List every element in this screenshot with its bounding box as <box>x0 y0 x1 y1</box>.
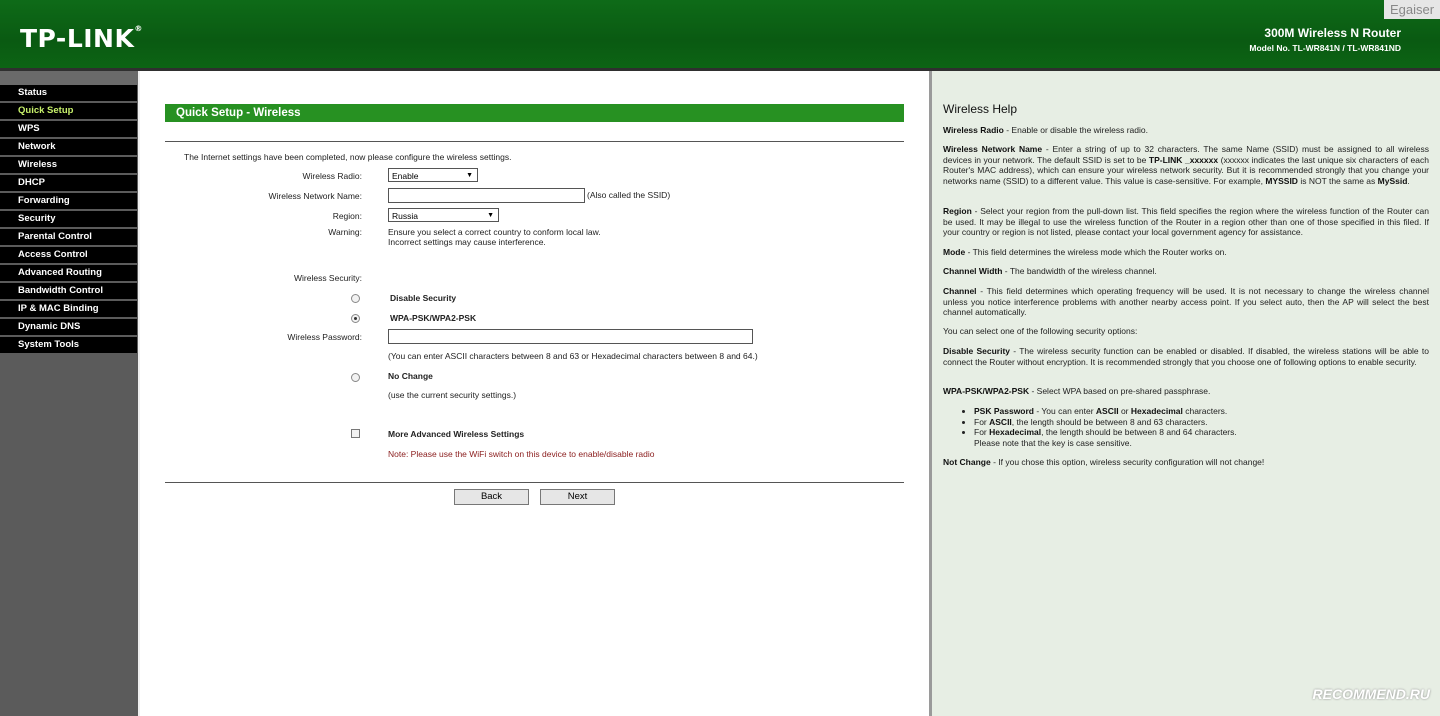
warning-text-2: Incorrect settings may cause interferenc… <box>388 237 546 247</box>
sidebar-item-ip-mac-binding[interactable]: IP & MAC Binding <box>0 301 137 317</box>
sidebar-item-security[interactable]: Security <box>0 211 137 227</box>
help-channel-width: Channel Width - The bandwidth of the wir… <box>943 266 1157 276</box>
sidebar-item-forwarding[interactable]: Forwarding <box>0 193 137 209</box>
dropdown-arrow-icon: ▼ <box>466 172 473 179</box>
help-panel: Wireless Help Wireless Radio - Enable or… <box>932 71 1440 716</box>
back-button[interactable]: Back <box>454 489 529 505</box>
wireless-radio-label: Wireless Radio: <box>302 171 362 181</box>
ssid-hint: (Also called the SSID) <box>587 190 671 200</box>
sidebar-spacer <box>0 71 138 85</box>
help-psk-hex: For Hexadecimal, the length should be be… <box>974 427 1429 448</box>
intro-text: The Internet settings have been complete… <box>184 152 512 162</box>
help-psk-list: PSK Password - You can enter ASCII or He… <box>943 406 1429 448</box>
product-name: 300M Wireless N Router <box>1264 26 1401 40</box>
help-network-name: Wireless Network Name - Enter a string o… <box>943 144 1429 186</box>
no-change-hint: (use the current security settings.) <box>388 390 517 400</box>
sidebar-item-wps[interactable]: WPS <box>0 121 137 137</box>
sidebar-item-system-tools[interactable]: System Tools <box>0 337 137 353</box>
sidebar-item-parental-control[interactable]: Parental Control <box>0 229 137 245</box>
sidebar-item-dynamic-dns[interactable]: Dynamic DNS <box>0 319 137 335</box>
sidebar-item-network[interactable]: Network <box>0 139 137 155</box>
wpa-psk-label: WPA-PSK/WPA2-PSK <box>390 313 477 323</box>
page-title: Quick Setup - Wireless <box>165 104 904 122</box>
next-button[interactable]: Next <box>540 489 615 505</box>
disable-security-label: Disable Security <box>390 293 457 303</box>
help-channel: Channel - This field determines which op… <box>943 286 1429 317</box>
top-divider <box>165 141 904 142</box>
recommend-watermark: RECOMMEND.RU <box>1312 686 1430 702</box>
region-select[interactable]: Russia ▼ <box>388 208 499 222</box>
watermark-top: Egaiser <box>1384 0 1440 19</box>
bottom-divider <box>165 482 904 483</box>
password-hint: (You can enter ASCII characters between … <box>388 351 758 361</box>
help-psk-ascii: For ASCII, the length should be between … <box>974 417 1429 428</box>
wireless-radio-select[interactable]: Enable ▼ <box>388 168 478 182</box>
wireless-password-input[interactable] <box>388 329 753 344</box>
sidebar-item-bandwidth-control[interactable]: Bandwidth Control <box>0 283 137 299</box>
radio-disable-security[interactable] <box>351 294 360 303</box>
radio-no-change[interactable] <box>351 373 360 382</box>
radio-wpa-psk[interactable] <box>351 314 360 323</box>
tp-link-logo: TP-LINK® <box>20 24 143 53</box>
help-region: Region - Select your region from the pul… <box>943 206 1429 237</box>
help-options-intro: You can select one of the following secu… <box>943 326 1138 336</box>
model-number: Model No. TL-WR841N / TL-WR841ND <box>1249 43 1401 53</box>
region-label: Region: <box>332 211 362 221</box>
quick-setup-panel: Quick Setup - Wireless The Internet sett… <box>140 71 930 716</box>
help-disable-security: Disable Security - The wireless security… <box>943 346 1430 367</box>
sidebar-item-quick-setup[interactable]: Quick Setup <box>0 103 137 119</box>
advanced-settings-checkbox[interactable] <box>351 429 360 438</box>
wireless-security-label: Wireless Security: <box>293 273 362 283</box>
no-change-label: No Change <box>388 371 433 381</box>
header-bar: TP-LINK® 300M Wireless N Router Model No… <box>0 0 1440 71</box>
sidebar-item-status[interactable]: Status <box>0 85 137 101</box>
sidebar-menu: Status Quick Setup WPS Network Wireless … <box>0 71 138 716</box>
wireless-password-label: Wireless Password: <box>287 332 362 342</box>
advanced-settings-label: More Advanced Wireless Settings <box>388 429 525 439</box>
network-name-input[interactable] <box>388 188 585 203</box>
help-wpa-psk: WPA-PSK/WPA2-PSK - Select WPA based on p… <box>943 386 1211 396</box>
sidebar-item-advanced-routing[interactable]: Advanced Routing <box>0 265 137 281</box>
help-wireless-radio: Wireless Radio - Enable or disable the w… <box>943 125 1148 135</box>
help-mode: Mode - This field determines the wireles… <box>943 247 1227 257</box>
help-not-change: Not Change - If you chose this option, w… <box>943 457 1265 467</box>
help-psk-password: PSK Password - You can enter ASCII or He… <box>974 406 1429 417</box>
sidebar-item-wireless[interactable]: Wireless <box>0 157 137 173</box>
network-name-label: Wireless Network Name: <box>268 191 362 201</box>
sidebar-item-access-control[interactable]: Access Control <box>0 247 137 263</box>
sidebar-item-dhcp[interactable]: DHCP <box>0 175 137 191</box>
warning-text-1: Ensure you select a correct country to c… <box>388 227 601 237</box>
dropdown-arrow-icon: ▼ <box>487 212 494 219</box>
wifi-switch-note: Note: Please use the WiFi switch on this… <box>388 449 655 459</box>
help-title: Wireless Help <box>943 102 1018 116</box>
warning-label: Warning: <box>328 227 362 237</box>
